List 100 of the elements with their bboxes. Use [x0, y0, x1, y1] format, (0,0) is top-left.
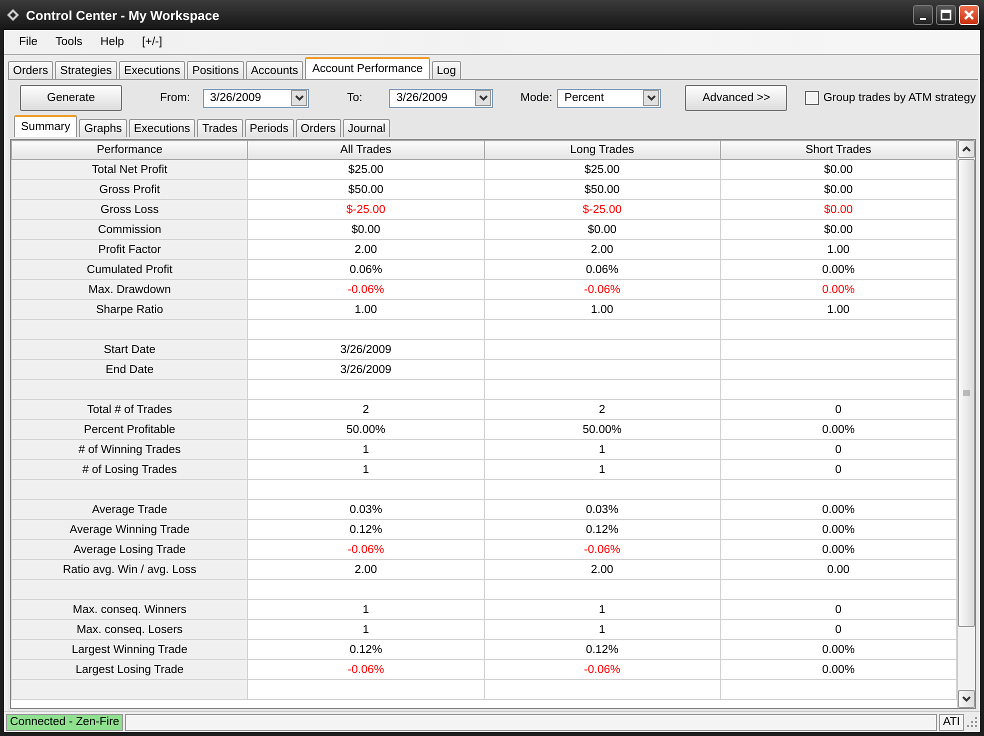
- table-cell: $0.00: [720, 160, 956, 180]
- mode-dropdown[interactable]: Percent: [557, 88, 662, 108]
- table-cell: 50.00%: [484, 420, 720, 440]
- column-header[interactable]: Long Trades: [484, 140, 720, 160]
- table-cell: $50.00: [484, 180, 720, 200]
- tab[interactable]: Positions: [187, 61, 244, 79]
- column-header[interactable]: Performance: [12, 140, 248, 160]
- maximize-icon: [940, 9, 952, 21]
- table-cell: 1: [484, 460, 720, 480]
- table-cell: 0.12%: [248, 640, 484, 660]
- row-label: # of Winning Trades: [12, 440, 248, 460]
- row-label: Average Winning Trade: [12, 520, 248, 540]
- menu-item[interactable]: Tools: [46, 36, 92, 48]
- row-label: Profit Factor: [12, 240, 248, 260]
- table-cell: 0.12%: [484, 640, 720, 660]
- row-label: Average Losing Trade: [12, 540, 248, 560]
- row-label: Total Net Profit: [12, 160, 248, 180]
- row-label: Cumulated Profit: [12, 260, 248, 280]
- table-cell: 0.00%: [720, 420, 956, 440]
- menu-item[interactable]: File: [10, 36, 47, 48]
- row-label: Max. conseq. Losers: [12, 620, 248, 640]
- tab[interactable]: Strategies: [55, 61, 117, 79]
- table-cell: 2.00: [484, 560, 720, 580]
- table-cell: 1.00: [484, 300, 720, 320]
- advanced-button[interactable]: Advanced >>: [685, 85, 788, 111]
- tab[interactable]: Graphs: [79, 119, 127, 137]
- table-cell: 3/26/2009: [248, 360, 484, 380]
- caret-icon: [478, 95, 488, 101]
- close-icon: [963, 9, 975, 21]
- table-cell: $-25.00: [484, 200, 720, 220]
- tab[interactable]: Accounts: [246, 61, 304, 79]
- table-cell: 1: [248, 620, 484, 640]
- table-cell: $0.00: [484, 220, 720, 240]
- table-cell: -0.06%: [248, 540, 484, 560]
- table-cell: 0.00%: [720, 260, 956, 280]
- table-cell: 0.06%: [248, 260, 484, 280]
- row-label: Gross Profit: [12, 180, 248, 200]
- tab[interactable]: Orders: [296, 119, 341, 137]
- table-cell: -0.06%: [248, 280, 484, 300]
- tab[interactable]: Account Performance: [305, 57, 430, 79]
- connection-status: Connected - Zen-Fire: [6, 714, 124, 730]
- tab[interactable]: Executions: [118, 61, 186, 79]
- scroll-thumb[interactable]: [958, 159, 975, 628]
- checkbox[interactable]: [805, 91, 820, 105]
- table-cell: -0.06%: [248, 660, 484, 680]
- table-cell: 0.03%: [484, 500, 720, 520]
- menu-item[interactable]: Help: [91, 36, 134, 48]
- table-cell: 0: [720, 620, 956, 640]
- scroll-up-button[interactable]: [958, 140, 975, 158]
- table-cell: 0.00%: [720, 640, 956, 660]
- table-cell: 50.00%: [248, 420, 484, 440]
- table-cell: 1.00: [720, 240, 956, 260]
- table-cell: 1: [484, 620, 720, 640]
- tab[interactable]: Journal: [342, 119, 390, 137]
- tab[interactable]: Summary: [14, 115, 78, 137]
- grip-icon: [963, 390, 970, 396]
- row-label: Largest Winning Trade: [12, 640, 248, 660]
- table-cell: 0.06%: [484, 260, 720, 280]
- tab[interactable]: Periods: [244, 119, 294, 137]
- table-cell: 0.12%: [484, 520, 720, 540]
- table-cell: $0.00: [720, 180, 956, 200]
- row-label: Gross Loss: [12, 200, 248, 220]
- table-cell: 2: [484, 400, 720, 420]
- row-label: Percent Profitable: [12, 420, 248, 440]
- generate-button[interactable]: Generate: [20, 85, 122, 111]
- column-header[interactable]: Short Trades: [720, 140, 956, 160]
- scroll-down-button[interactable]: [958, 690, 975, 708]
- tab[interactable]: Trades: [197, 119, 243, 137]
- arrow-down-icon: [962, 696, 971, 702]
- row-label: Max. Drawdown: [12, 280, 248, 300]
- table-cell: 0.00%: [720, 520, 956, 540]
- tab[interactable]: Executions: [128, 119, 196, 137]
- table-cell: 2.00: [248, 560, 484, 580]
- table-cell: $0.00: [248, 220, 484, 240]
- table-cell: 1: [248, 440, 484, 460]
- field-label: Mode:: [520, 92, 552, 104]
- table-cell: 0.00: [720, 560, 956, 580]
- maximize-button[interactable]: [936, 5, 956, 25]
- table-cell: 0: [720, 460, 956, 480]
- row-label: Average Trade: [12, 500, 248, 520]
- row-label: Max. conseq. Winners: [12, 600, 248, 620]
- column-header[interactable]: All Trades: [248, 140, 484, 160]
- table-cell: 2.00: [484, 240, 720, 260]
- close-button[interactable]: [959, 5, 979, 25]
- minimize-button[interactable]: [913, 5, 933, 25]
- table-cell: -0.06%: [484, 540, 720, 560]
- table-cell: 1: [484, 440, 720, 460]
- table-cell: 2: [248, 400, 484, 420]
- tab[interactable]: Log: [432, 61, 461, 79]
- provider-label: ATI: [938, 714, 964, 730]
- resize-grip-icon[interactable]: [966, 716, 978, 728]
- table-cell: $-25.00: [248, 200, 484, 220]
- caret-icon: [294, 95, 304, 101]
- tab[interactable]: Orders: [8, 61, 54, 79]
- table-cell: 1: [248, 600, 484, 620]
- date-dropdown[interactable]: 3/26/2009: [203, 88, 310, 108]
- table-cell: -0.06%: [484, 280, 720, 300]
- date-dropdown[interactable]: 3/26/2009: [389, 88, 494, 108]
- menu-item[interactable]: [+/-]: [133, 36, 172, 48]
- table-cell: 0.00%: [720, 540, 956, 560]
